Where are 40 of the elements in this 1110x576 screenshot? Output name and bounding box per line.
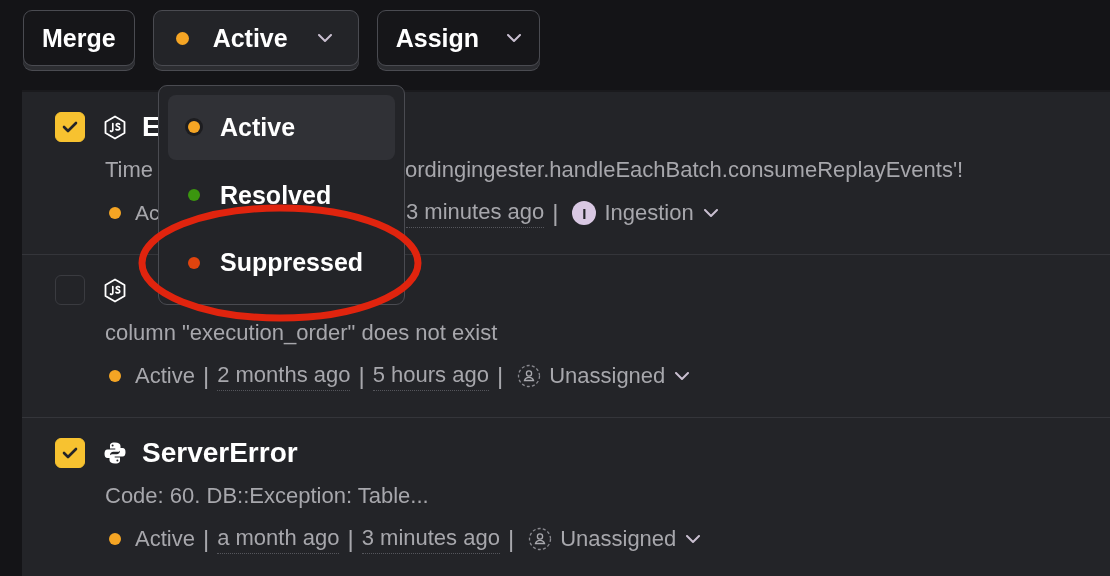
status-option[interactable]: Suppressed [168,230,395,295]
person-icon [517,364,542,388]
python-snake-icon [103,440,127,466]
timestamp: a month ago [217,524,340,554]
status-option[interactable]: Active [168,95,395,160]
team-avatar: I [572,201,597,225]
issue-description: Code: 60. DB::Exception: Table... [105,483,429,509]
caret-icon [507,33,522,43]
assignee-dropdown[interactable]: Unassigned [528,526,701,552]
separator: | [347,525,354,553]
issue-description: Time [105,157,155,183]
separator: | [496,362,504,390]
status-label: Active [135,363,195,389]
issue-description: column "execution_order" does not exist [105,320,498,346]
hexagon-js-icon [103,114,127,140]
separator: | [202,525,210,553]
separator: | [507,525,515,553]
status-label: Ac [135,201,160,225]
issue-description: ordingingester.handleEachBatch.consumeReplayEvents'! [405,157,964,183]
separator: | [552,199,559,227]
caret-icon [317,33,332,43]
person-icon [528,527,553,551]
timestamp: 3 minutes ago [406,198,545,228]
hexagon-js-icon [103,277,127,303]
assignee-dropdown[interactable]: Unassigned [517,363,690,389]
caret-icon [686,534,701,544]
caret-icon [675,371,690,381]
assignee-dropdown[interactable]: I Ingestion [572,200,718,226]
timestamp: 2 months ago [217,361,351,391]
status-option[interactable]: Resolved [168,162,395,228]
checkbox[interactable] [55,275,85,305]
separator: | [358,362,365,390]
check-icon [62,121,78,133]
check-icon [62,447,78,459]
timestamp: 5 hours ago [372,361,489,391]
separator: | [202,362,210,390]
status-label: Active [135,526,195,552]
timestamp: 3 minutes ago [361,524,500,554]
caret-icon [703,208,718,218]
issue-title[interactable]: ServerError [142,437,298,469]
